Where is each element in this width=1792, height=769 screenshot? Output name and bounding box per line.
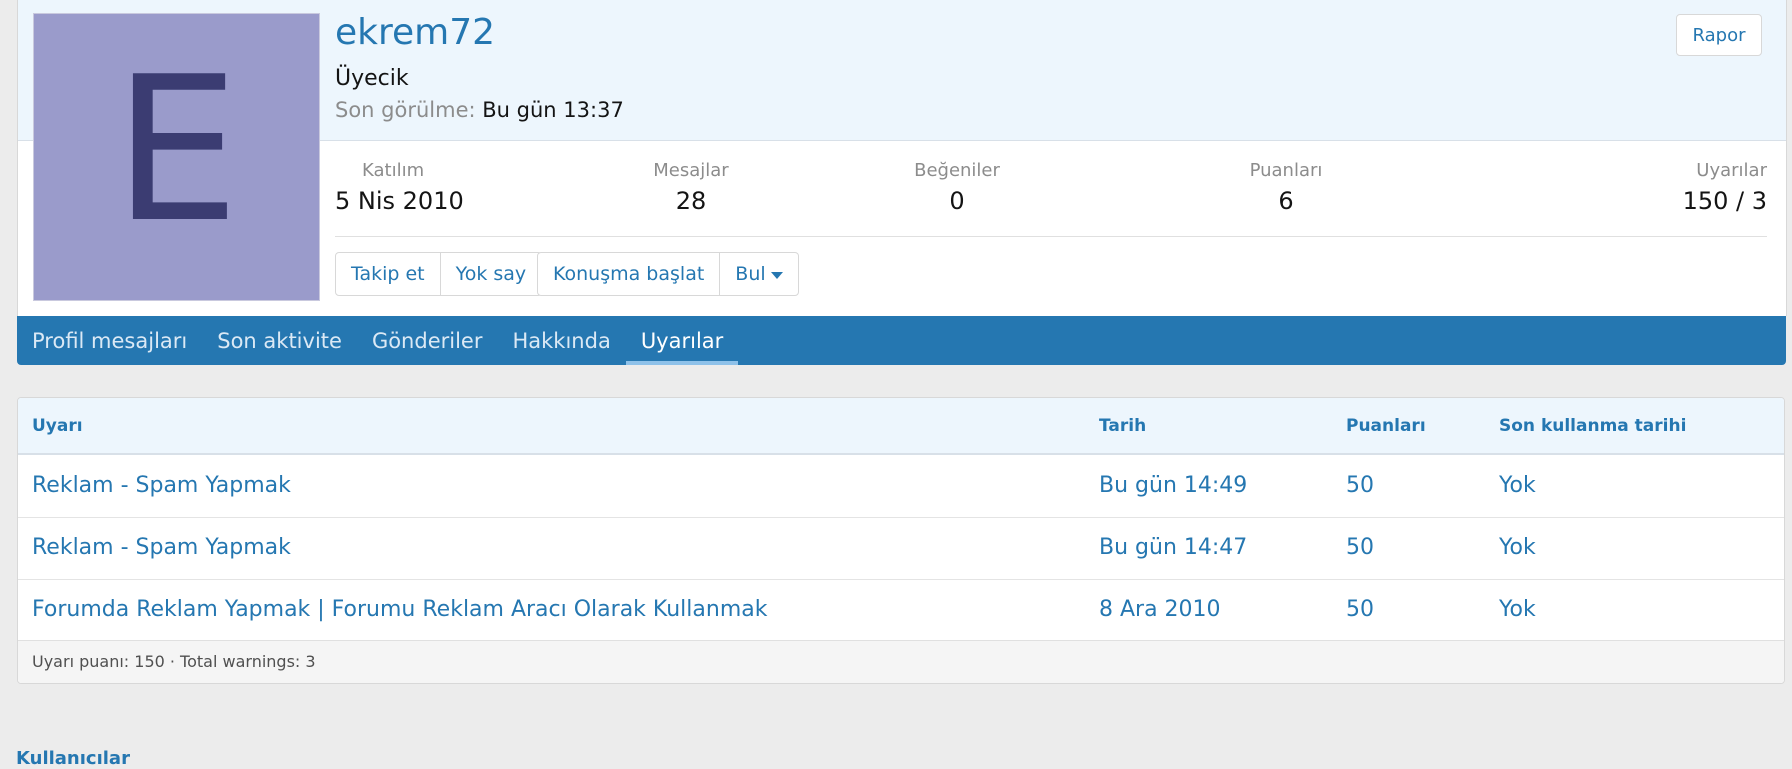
warning-title[interactable]: Reklam - Spam Yapmak xyxy=(32,473,291,498)
follow-ignore-group: Takip et Yok say xyxy=(335,252,543,296)
start-conversation-button[interactable]: Konuşma başlat xyxy=(538,253,721,295)
stat-warnings: Uyarılar 150 / 3 xyxy=(1683,160,1767,215)
last-seen: Son görülme: Bu gün 13:37 xyxy=(335,98,624,122)
stat-label: Beğeniler xyxy=(914,160,1000,181)
table-row[interactable]: Reklam - Spam Yapmak Bu gün 14:47 50 Yok xyxy=(18,517,1784,580)
conversation-find-group: Konuşma başlat Bul xyxy=(537,252,799,296)
header-warning: Uyarı xyxy=(32,416,83,436)
table-row[interactable]: Forumda Reklam Yapmak | Forumu Reklam Ar… xyxy=(18,579,1784,641)
stat-value: 5 Nis 2010 xyxy=(335,187,464,215)
tab-about[interactable]: Hakkında xyxy=(497,316,625,365)
stat-likes: Beğeniler 0 xyxy=(897,160,1017,215)
breadcrumb[interactable]: Kullanıcılar xyxy=(16,748,130,769)
tab-postings[interactable]: Gönderiler xyxy=(357,316,498,365)
last-seen-label: Son görülme: xyxy=(335,98,476,122)
warning-title[interactable]: Forumda Reklam Yapmak | Forumu Reklam Ar… xyxy=(32,597,768,622)
warning-expiry[interactable]: Yok xyxy=(1499,597,1536,622)
stat-value: 0 xyxy=(949,187,965,215)
warning-date[interactable]: Bu gün 14:49 xyxy=(1099,473,1247,498)
stat-value: 150 / 3 xyxy=(1682,187,1767,215)
avatar-letter: E xyxy=(113,34,240,267)
member-header: E ekrem72 Üyecik Son görülme: Bu gün 13:… xyxy=(17,0,1787,316)
report-button[interactable]: Rapor xyxy=(1676,14,1762,56)
ignore-button[interactable]: Yok say xyxy=(441,253,542,295)
stat-label: Puanları xyxy=(1249,160,1323,181)
follow-button[interactable]: Takip et xyxy=(336,253,441,295)
warning-date[interactable]: 8 Ara 2010 xyxy=(1099,597,1221,622)
tab-warnings[interactable]: Uyarılar xyxy=(625,316,739,365)
warning-title[interactable]: Reklam - Spam Yapmak xyxy=(32,535,291,560)
stat-label: Katılım xyxy=(362,160,425,181)
warnings-table: Uyarı Tarih Puanları Son kullanma tarihi… xyxy=(17,397,1785,684)
warning-points[interactable]: 50 xyxy=(1346,473,1374,498)
header-date: Tarih xyxy=(1099,416,1147,436)
table-row[interactable]: Reklam - Spam Yapmak Bu gün 14:49 50 Yok xyxy=(18,455,1784,518)
tab-profile-posts[interactable]: Profil mesajları xyxy=(17,316,202,365)
profile-tabs: Profil mesajları Son aktivite Gönderiler… xyxy=(17,316,1786,365)
stat-label: Mesajlar xyxy=(653,160,729,181)
warnings-summary: Uyarı puanı: 150 · Total warnings: 3 xyxy=(32,652,316,671)
stat-value: 6 xyxy=(1278,187,1294,215)
user-title: Üyecik xyxy=(335,66,409,91)
member-stats: Katılım 5 Nis 2010 Mesajlar 28 Beğeniler… xyxy=(335,160,1767,237)
table-footer: Uyarı puanı: 150 · Total warnings: 3 xyxy=(18,640,1784,683)
warning-points[interactable]: 50 xyxy=(1346,535,1374,560)
find-label: Bul xyxy=(735,263,766,285)
stat-messages[interactable]: Mesajlar 28 xyxy=(631,160,751,215)
header-points: Puanları xyxy=(1346,416,1426,436)
warning-date[interactable]: Bu gün 14:47 xyxy=(1099,535,1247,560)
table-header: Uyarı Tarih Puanları Son kullanma tarihi xyxy=(18,398,1784,455)
stat-value: 28 xyxy=(675,187,707,215)
warning-expiry[interactable]: Yok xyxy=(1499,473,1536,498)
stat-points[interactable]: Puanları 6 xyxy=(1226,160,1346,215)
stat-label: Uyarılar xyxy=(1696,160,1767,181)
tab-latest-activity[interactable]: Son aktivite xyxy=(202,316,357,365)
last-seen-value: Bu gün 13:37 xyxy=(482,98,624,122)
warning-points[interactable]: 50 xyxy=(1346,597,1374,622)
stat-joined: Katılım 5 Nis 2010 xyxy=(335,160,464,215)
avatar[interactable]: E xyxy=(33,13,320,301)
header-expiry: Son kullanma tarihi xyxy=(1499,416,1687,436)
find-button[interactable]: Bul xyxy=(720,253,797,295)
chevron-down-icon xyxy=(770,271,783,279)
warning-expiry[interactable]: Yok xyxy=(1499,535,1536,560)
username[interactable]: ekrem72 xyxy=(335,12,495,53)
